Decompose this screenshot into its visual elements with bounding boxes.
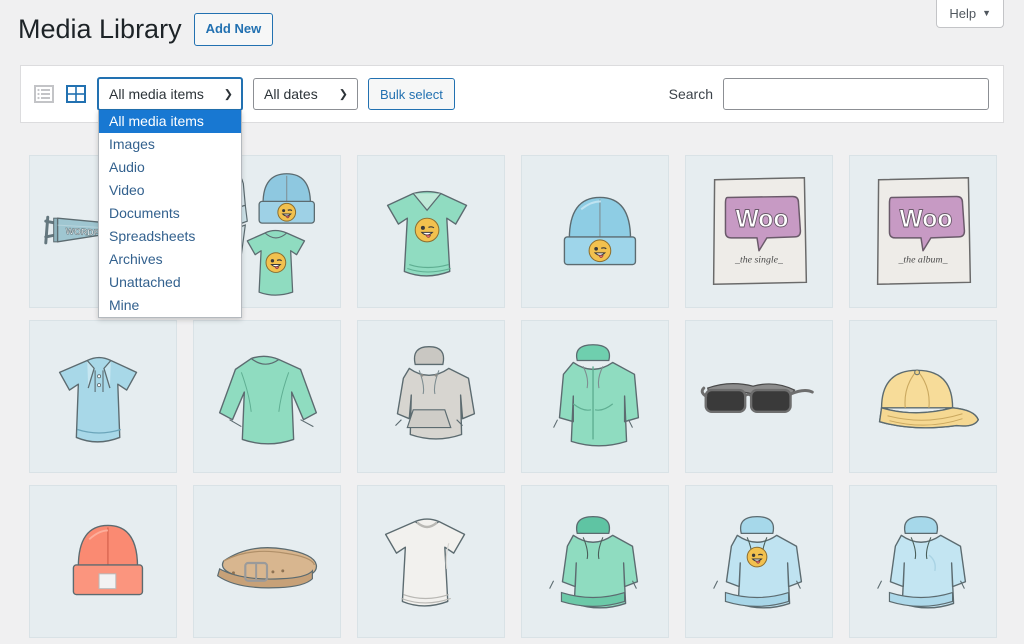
blue-pullover-hoodie-image: [850, 486, 996, 637]
media-type-select[interactable]: All media itemsImagesAudioVideoDocuments…: [97, 77, 243, 111]
date-filter-select[interactable]: All dates: [253, 78, 358, 110]
green-zip-hoodie-image: [522, 321, 668, 472]
media-type-option[interactable]: Archives: [99, 248, 241, 271]
media-type-option[interactable]: Images: [99, 133, 241, 156]
media-type-option[interactable]: Mine: [99, 294, 241, 317]
green-vneck-tshirt-emoji-image: [358, 156, 504, 307]
media-type-option[interactable]: Spreadsheets: [99, 225, 241, 248]
green-pullover-hoodie-image: [522, 486, 668, 637]
media-tile-blue-hoodie-emoji[interactable]: [685, 485, 833, 638]
list-view-icon[interactable]: [33, 83, 55, 105]
blue-hoodie-emoji-image: [686, 486, 832, 637]
media-tile-green-zip-hoodie[interactable]: [521, 320, 669, 473]
media-tile-orange-beanie[interactable]: [29, 485, 177, 638]
tan-leather-belt-image: [194, 486, 340, 637]
media-tile-green-pullover-hoodie[interactable]: [521, 485, 669, 638]
svg-text:_the album_: _the album_: [897, 255, 947, 266]
media-tile-green-vneck-tshirt-emoji[interactable]: [357, 155, 505, 308]
black-sunglasses-image: [686, 321, 832, 472]
toolbar-right-group: Search: [669, 78, 991, 110]
blue-beanie-emoji-image: [522, 156, 668, 307]
media-tile-woo-the-album-album-cover[interactable]: Woo _the album_: [849, 155, 997, 308]
media-type-option[interactable]: Unattached: [99, 271, 241, 294]
media-tile-blue-beanie-emoji[interactable]: [521, 155, 669, 308]
grey-pullover-hoodie-image: [358, 321, 504, 472]
search-input[interactable]: [723, 78, 989, 110]
media-type-option[interactable]: Video: [99, 179, 241, 202]
media-type-option[interactable]: Documents: [99, 202, 241, 225]
help-label: Help: [949, 6, 977, 21]
help-button[interactable]: Help ▼: [936, 0, 1004, 28]
media-type-option[interactable]: All media items: [99, 110, 241, 133]
media-tile-woo-the-single-album-cover[interactable]: Woo _the single_: [685, 155, 833, 308]
page-title: Media Library: [18, 14, 182, 44]
media-type-option[interactable]: Audio: [99, 156, 241, 179]
svg-text:Woo: Woo: [899, 206, 952, 233]
woo-the-album-album-cover-image: Woo _the album_: [850, 156, 996, 307]
svg-text:Woo: Woo: [735, 206, 788, 233]
toolbar-left-group: All media itemsImagesAudioVideoDocuments…: [33, 77, 455, 318]
media-tile-white-tshirt[interactable]: [357, 485, 505, 638]
media-tile-yellow-baseball-cap[interactable]: [849, 320, 997, 473]
grid-view-icon[interactable]: [65, 83, 87, 105]
add-new-button[interactable]: Add New: [193, 13, 274, 46]
search-label: Search: [668, 86, 713, 102]
media-type-filter-container: All media itemsImagesAudioVideoDocuments…: [97, 77, 243, 318]
media-tile-grey-pullover-hoodie[interactable]: [357, 320, 505, 473]
media-tile-green-longsleeve-tee[interactable]: [193, 320, 341, 473]
green-longsleeve-tee-image: [194, 321, 340, 472]
chevron-down-icon: ▼: [982, 8, 991, 19]
orange-beanie-image: [30, 486, 176, 637]
svg-text:_the single_: _the single_: [734, 255, 783, 266]
bulk-select-button[interactable]: Bulk select: [368, 78, 455, 110]
help-tab-container: Help ▼: [936, 0, 1004, 28]
page-header: Media Library Add New: [18, 12, 274, 47]
media-type-options-list[interactable]: All media items Images Audio Video Documents…: [98, 110, 242, 318]
media-tile-blue-polo-shirt[interactable]: [29, 320, 177, 473]
media-toolbar: All media itemsImagesAudioVideoDocuments…: [20, 65, 1004, 318]
media-tile-tan-leather-belt[interactable]: [193, 485, 341, 638]
yellow-baseball-cap-image: [850, 321, 996, 472]
media-tile-black-sunglasses[interactable]: [685, 320, 833, 473]
white-tshirt-image: [358, 486, 504, 637]
woo-the-single-album-cover-image: Woo _the single_: [686, 156, 832, 307]
media-tile-blue-pullover-hoodie[interactable]: [849, 485, 997, 638]
date-filter-container: All dates ❯: [253, 78, 358, 110]
blue-polo-shirt-image: [30, 321, 176, 472]
